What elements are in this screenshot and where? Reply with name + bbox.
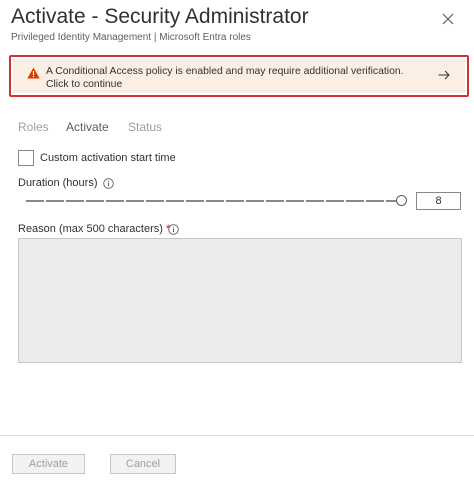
page-title: Activate - Security Administrator — [11, 5, 309, 28]
duration-slider[interactable] — [26, 194, 412, 208]
page-subtitle: Privileged Identity Management | Microso… — [11, 32, 251, 43]
reason-label: Reason (max 500 characters) * — [18, 223, 170, 235]
cancel-button[interactable]: Cancel — [110, 454, 176, 474]
close-icon — [442, 13, 454, 25]
footer-divider — [0, 435, 474, 436]
tab-status[interactable]: Status — [128, 120, 162, 134]
duration-input[interactable] — [416, 192, 461, 210]
reason-textarea[interactable] — [18, 238, 462, 363]
reason-info-icon[interactable] — [168, 224, 179, 235]
alert-message: A Conditional Access policy is enabled a… — [46, 66, 404, 90]
duration-label-text: Duration (hours) — [18, 177, 98, 189]
warning-icon — [27, 67, 40, 79]
activate-button[interactable]: Activate — [12, 454, 85, 474]
slider-thumb[interactable] — [396, 195, 407, 206]
custom-start-label: Custom activation start time — [40, 152, 176, 164]
slider-track — [26, 200, 402, 202]
conditional-access-alert[interactable]: A Conditional Access policy is enabled a… — [13, 59, 465, 93]
duration-label: Duration (hours) — [18, 177, 97, 189]
tab-activate[interactable]: Activate — [66, 120, 109, 134]
close-button[interactable] — [438, 9, 458, 29]
custom-start-checkbox[interactable] — [18, 150, 34, 166]
reason-label-text: Reason (max 500 characters) — [18, 223, 163, 235]
alert-highlight: A Conditional Access policy is enabled a… — [9, 55, 469, 97]
arrow-right-icon[interactable] — [438, 70, 450, 80]
tab-roles[interactable]: Roles — [18, 120, 49, 134]
duration-info-icon[interactable] — [103, 178, 114, 189]
